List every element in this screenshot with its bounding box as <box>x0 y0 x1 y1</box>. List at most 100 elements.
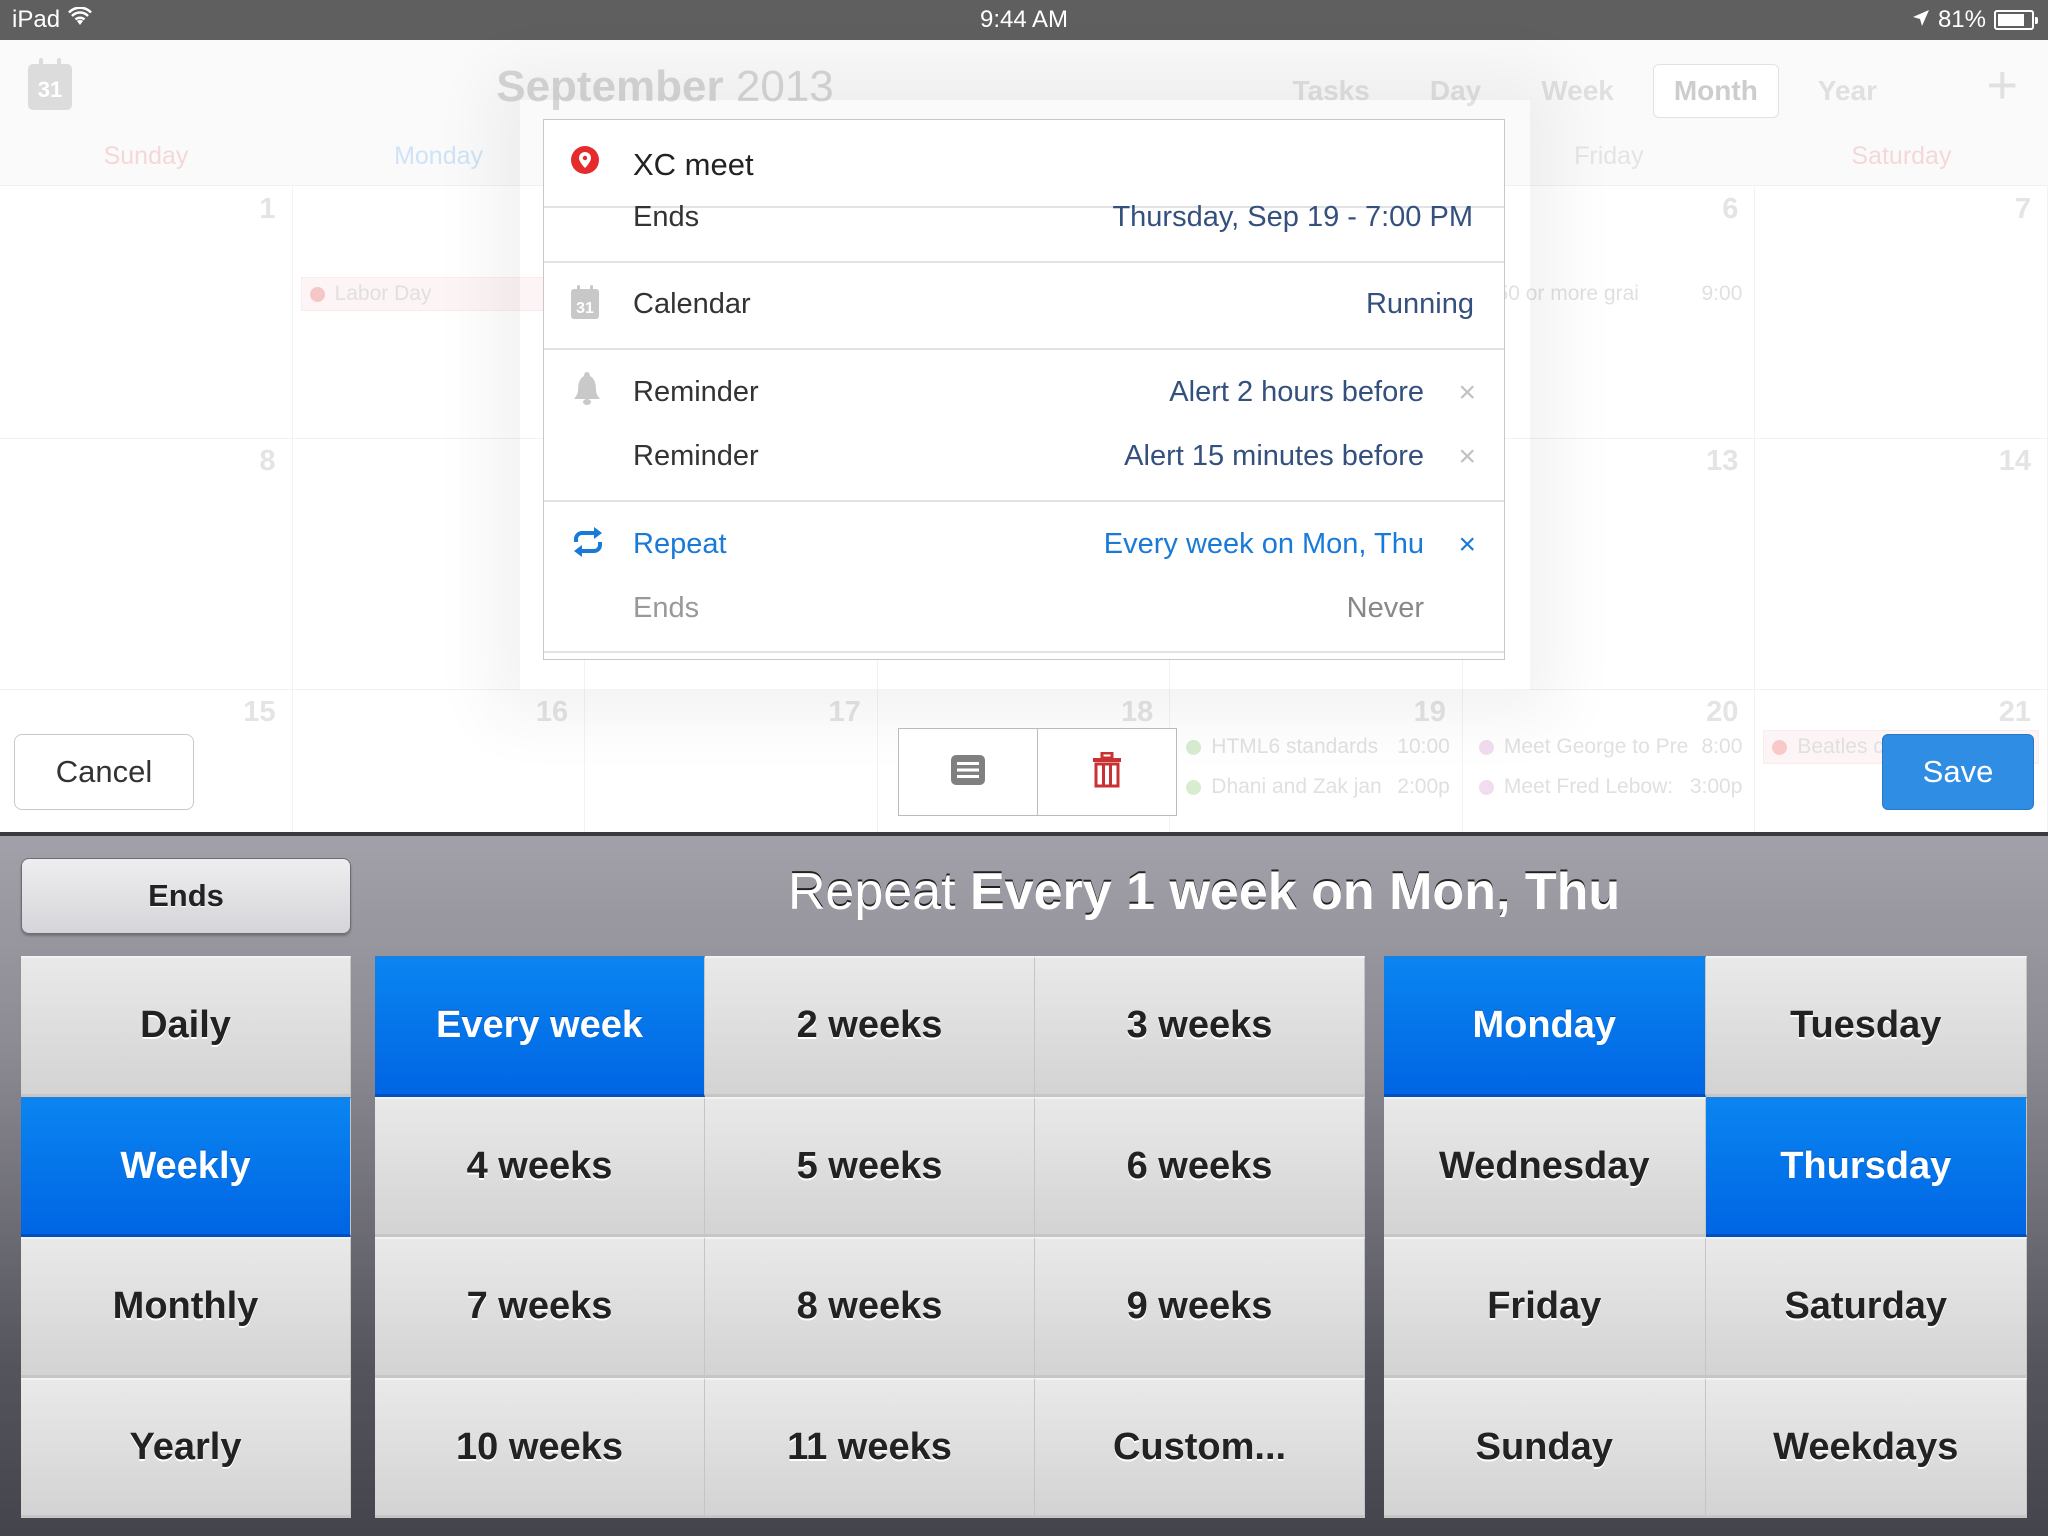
weekday-key-tuesday[interactable]: Tuesday <box>1705 956 2027 1097</box>
repeat-summary-prefix: Repeat <box>787 863 956 921</box>
day-number: 14 <box>1998 445 2031 477</box>
event-color-dot <box>1478 739 1494 755</box>
frequency-keys: Daily Weekly Monthly Yearly <box>21 956 351 1518</box>
event-detail-popover: XC meet Ends Thursday, Sep 19 - 7:00 PM … <box>543 119 1505 660</box>
day-cell[interactable]: 16 <box>292 690 586 840</box>
notes-button[interactable] <box>899 729 1037 815</box>
month-name: September <box>496 62 724 111</box>
day-cell[interactable]: 9 <box>292 439 586 690</box>
event-color-dot <box>1478 779 1494 795</box>
frequency-key-weekly[interactable]: Weekly <box>21 1096 351 1237</box>
day-number: 16 <box>535 696 569 728</box>
remove-repeat-icon[interactable]: × <box>1458 528 1476 562</box>
interval-key-9-weeks[interactable]: 9 weeks <box>1035 1237 1365 1378</box>
interval-key-7-weeks[interactable]: 7 weeks <box>375 1237 705 1378</box>
battery-icon <box>1994 10 2038 30</box>
repeat-ends-label: Ends <box>633 592 700 624</box>
frequency-key-daily[interactable]: Daily <box>21 956 351 1097</box>
frequency-key-yearly[interactable]: Yearly <box>21 1377 351 1518</box>
event-action-bar <box>898 728 1177 816</box>
interval-key-10-weeks[interactable]: 10 weeks <box>375 1377 705 1518</box>
month-title: September 2013 <box>0 62 1330 112</box>
location-arrow-icon <box>1912 6 1930 34</box>
interval-key-3-weeks[interactable]: 3 weeks <box>1035 956 1365 1097</box>
event-title: Dhani and Zak jan <box>1211 775 1382 798</box>
event-ends-row[interactable]: Ends Thursday, Sep 19 - 7:00 PM <box>544 201 1504 251</box>
day-number: 18 <box>1121 696 1154 728</box>
weekday-key-friday[interactable]: Friday <box>1384 1237 1706 1378</box>
weekday-key-thursday[interactable]: Thursday <box>1705 1096 2027 1237</box>
weekday-key-saturday[interactable]: Saturday <box>1705 1237 2027 1378</box>
interval-key-2-weeks[interactable]: 2 weeks <box>705 956 1035 1097</box>
event-color-dot <box>1186 779 1202 795</box>
calendar-event[interactable]: Meet Fred Lebow: 3:00p <box>1471 770 1747 804</box>
day-cell[interactable]: 14 <box>1755 439 2048 690</box>
repeat-icon <box>570 524 606 568</box>
calendar-event[interactable]: Labor Day <box>300 277 577 311</box>
day-cell[interactable]: 7 <box>1755 187 2048 439</box>
tab-week[interactable]: Week <box>1520 64 1635 118</box>
repeat-summary: Repeat Every 1 week on Mon, Thu <box>360 862 2048 922</box>
interval-key-11-weeks[interactable]: 11 weeks <box>705 1377 1035 1518</box>
ends-label: Ends <box>633 201 700 233</box>
tab-month[interactable]: Month <box>1652 64 1779 118</box>
event-time: 10:00 <box>1393 735 1450 759</box>
interval-key-8-weeks[interactable]: 8 weeks <box>705 1237 1035 1378</box>
delete-button[interactable] <box>1037 729 1176 815</box>
repeat-value[interactable]: Every week on Mon, Thu <box>1104 528 1424 561</box>
clock: 9:44 AM <box>979 6 1069 33</box>
day-name-saturday: Saturday <box>1851 142 1952 170</box>
ends-button[interactable]: Ends <box>21 858 351 934</box>
interval-key-custom[interactable]: Custom... <box>1035 1377 1365 1518</box>
save-button[interactable]: Save <box>1882 734 2034 810</box>
weekday-keys: Monday Tuesday Wednesday Thursday Friday Satu… <box>1384 956 2027 1518</box>
app-root: iPad 9:44 AM 81% 31 September 2013 Tasks… <box>0 0 2048 1536</box>
interval-key-every-week[interactable]: Every week <box>375 956 705 1097</box>
interval-key-6-weeks[interactable]: 6 weeks <box>1035 1096 1365 1237</box>
event-title: XC meet <box>633 147 754 182</box>
location-pin-icon <box>570 145 600 187</box>
repeat-ends-value[interactable]: Never <box>1347 592 1424 625</box>
day-cell[interactable]: 6 buy 50 or more grai 9:00 <box>1457 187 1756 439</box>
interval-key-5-weeks[interactable]: 5 weeks <box>705 1096 1035 1237</box>
add-event-button[interactable]: + <box>1986 58 2018 112</box>
tab-tasks[interactable]: Tasks <box>1272 64 1391 118</box>
ends-value[interactable]: Thursday, Sep 19 - 7:00 PM <box>1112 201 1473 234</box>
day-cell[interactable]: 17 <box>585 690 878 840</box>
day-cell[interactable]: 8 <box>0 439 293 690</box>
tab-year[interactable]: Year <box>1797 64 1898 118</box>
weekday-key-weekdays[interactable]: Weekdays <box>1705 1377 2027 1518</box>
calendar-event[interactable]: Meet George to Pre 8:00 <box>1471 730 1747 764</box>
day-number: 21 <box>1998 696 2031 728</box>
repeat-label: Repeat <box>633 528 727 560</box>
interval-keys: Every week 2 weeks 3 weeks 4 weeks 5 weeks 6 … <box>375 956 1365 1518</box>
day-cell[interactable]: 2Labor Day <box>292 187 586 439</box>
reminder-value-2[interactable]: Alert 15 minutes before <box>1124 440 1424 473</box>
reminder-value-1[interactable]: Alert 2 hours before <box>1169 376 1424 409</box>
weekday-key-monday[interactable]: Monday <box>1384 956 1706 1097</box>
day-number: 8 <box>259 445 276 477</box>
calendar-small-icon: 31 <box>570 284 600 328</box>
cancel-button[interactable]: Cancel <box>14 734 194 810</box>
remove-reminder-2-icon[interactable]: × <box>1458 440 1476 474</box>
day-cell[interactable]: 19 HTML6 standards 10:00 Dhani and Zak jan 2… <box>1170 690 1463 840</box>
calendar-event[interactable]: HTML6 standards 10:00 <box>1178 730 1454 764</box>
weekday-key-sunday[interactable]: Sunday <box>1384 1377 1706 1518</box>
calendar-value[interactable]: Running <box>1366 288 1474 321</box>
frequency-key-monthly[interactable]: Monthly <box>21 1237 351 1378</box>
event-time: 2:00p <box>1393 775 1450 799</box>
event-title: Meet Fred Lebow: <box>1503 775 1674 798</box>
remove-reminder-1-icon[interactable]: × <box>1458 376 1476 410</box>
reminder-label-1: Reminder <box>633 376 759 408</box>
calendar-event[interactable]: Dhani and Zak jan 2:00p <box>1178 770 1454 804</box>
notes-icon <box>950 754 986 791</box>
tab-day[interactable]: Day <box>1409 64 1502 118</box>
weekday-key-wednesday[interactable]: Wednesday <box>1384 1096 1706 1237</box>
interval-key-4-weeks[interactable]: 4 weeks <box>375 1096 705 1237</box>
event-color-dot <box>309 286 325 302</box>
day-cell[interactable]: 20 Meet George to Pre 8:00 Meet Fred Lebow:… <box>1462 690 1756 840</box>
repeat-summary-value: Every 1 week on Mon, Thu <box>969 863 1621 921</box>
day-cell[interactable]: 1 <box>0 187 293 439</box>
day-name-sunday: Sunday <box>103 142 189 170</box>
day-cell[interactable]: 13 <box>1462 439 1756 690</box>
